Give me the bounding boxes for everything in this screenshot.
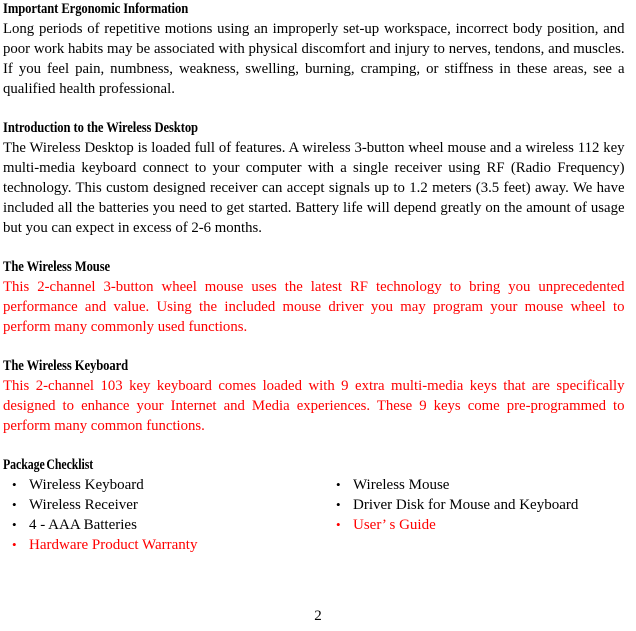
checklist-item-label: Hardware Product Warranty: [29, 537, 198, 553]
bullet-icon: •: [12, 537, 17, 552]
section-wireless-keyboard: The Wireless Keyboard This 2-channel 103…: [3, 357, 634, 436]
checklist-item: • User’ s Guide: [327, 515, 636, 535]
checklist-item: • Wireless Receiver: [3, 495, 323, 515]
bullet-icon: •: [336, 517, 341, 532]
bullet-icon: •: [336, 477, 341, 492]
bullet-icon: •: [12, 477, 17, 492]
checklist-item: • Driver Disk for Mouse and Keyboard: [327, 495, 636, 515]
heading-wireless-mouse: The Wireless Mouse: [3, 259, 111, 275]
document-page: Important Ergonomic Information Long per…: [0, 0, 636, 631]
paragraph-wireless-keyboard: This 2-channel 103 key keyboard comes lo…: [3, 378, 625, 434]
checklist-item-label: Wireless Keyboard: [29, 477, 144, 493]
package-checklist-columns: • Wireless Keyboard • Wireless Receiver • 4 -…: [3, 475, 634, 555]
checklist-column-left: • Wireless Keyboard • Wireless Receiver • 4 -…: [3, 475, 323, 555]
checklist-item: • Hardware Product Warranty: [3, 535, 323, 555]
checklist-item-label: Wireless Mouse: [353, 477, 450, 493]
section-package-checklist: Package Checklist • Wireless Keyboard • Wir…: [3, 456, 634, 555]
heading-package-checklist: Package Checklist: [3, 457, 94, 473]
section-wireless-mouse: The Wireless Mouse This 2-channel 3-butt…: [3, 258, 634, 337]
checklist-item: • Wireless Mouse: [327, 475, 636, 495]
paragraph-introduction: The Wireless Desktop is loaded full of f…: [3, 140, 625, 236]
checklist-column-right: • Wireless Mouse • Driver Disk for Mouse an…: [327, 475, 636, 535]
heading-ergonomic: Important Ergonomic Information: [3, 1, 189, 17]
bullet-icon: •: [12, 517, 17, 532]
checklist-item-label: User’ s Guide: [353, 517, 436, 533]
checklist-item: • 4 - AAA Batteries: [3, 515, 323, 535]
checklist-item-label: Wireless Receiver: [29, 497, 138, 513]
section-introduction: Introduction to the Wireless Desktop The…: [3, 119, 634, 238]
bullet-icon: •: [336, 497, 341, 512]
paragraph-wireless-mouse: This 2-channel 3-button wheel mouse uses…: [3, 279, 625, 335]
heading-wireless-keyboard: The Wireless Keyboard: [3, 358, 129, 374]
paragraph-ergonomic: Long periods of repetitive motions using…: [3, 21, 625, 97]
checklist-item: • Wireless Keyboard: [3, 475, 323, 495]
checklist-item-label: 4 - AAA Batteries: [29, 517, 137, 533]
page-number: 2: [314, 608, 322, 624]
checklist-item-label: Driver Disk for Mouse and Keyboard: [353, 497, 579, 513]
bullet-icon: •: [12, 497, 17, 512]
section-ergonomic: Important Ergonomic Information Long per…: [3, 0, 634, 99]
heading-introduction: Introduction to the Wireless Desktop: [3, 120, 198, 136]
